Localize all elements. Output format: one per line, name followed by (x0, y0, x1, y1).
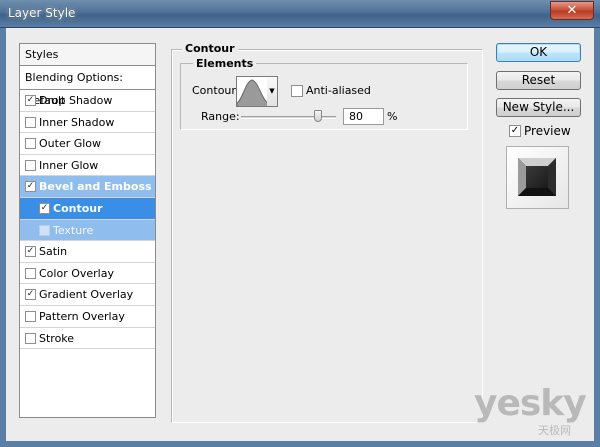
style-item-label: Contour (53, 201, 103, 215)
style-item-contour[interactable]: ✓ Contour (20, 197, 155, 220)
anti-aliased-checkbox[interactable] (291, 85, 303, 97)
anti-aliased-label: Anti-aliased (306, 84, 371, 97)
style-item-label: Inner Glow (39, 158, 99, 172)
style-checkbox[interactable]: ✓ (25, 181, 36, 193)
watermark-subtext: 天极网 (538, 424, 571, 437)
preview-label: Preview (524, 124, 571, 138)
style-item-label: Outer Glow (39, 137, 102, 151)
style-rows: ✓ Drop Shadow Inner Shadow Outer Glow Inner … (20, 90, 155, 350)
style-item-color-overlay[interactable]: Color Overlay (20, 263, 155, 285)
reset-button[interactable]: Reset (496, 71, 581, 90)
preview-swatch (518, 158, 556, 196)
style-item-outer-glow[interactable]: Outer Glow (20, 133, 155, 155)
range-input[interactable]: 80 (343, 108, 384, 125)
contour-label: Contour: (192, 84, 240, 97)
range-unit: % (387, 110, 398, 123)
style-item-label: Pattern Overlay (39, 309, 125, 323)
style-checkbox[interactable] (25, 267, 36, 279)
elements-group-title: Elements (193, 57, 257, 70)
chevron-down-icon: ▼ (269, 87, 275, 95)
style-item-label: Bevel and Emboss (39, 180, 152, 194)
style-item-label: Stroke (39, 331, 75, 345)
window-title: Layer Style (8, 6, 76, 20)
style-checkbox[interactable] (25, 159, 36, 171)
contour-curve-icon (237, 79, 267, 106)
style-item-label: Color Overlay (39, 266, 114, 280)
style-item-label: Drop Shadow (39, 94, 113, 107)
style-checkbox[interactable]: ✓ (25, 289, 36, 301)
style-item-label: Texture (53, 223, 94, 237)
close-icon: ✕ (566, 3, 578, 18)
style-checkbox[interactable]: ✓ (25, 246, 36, 258)
style-item-satin[interactable]: ✓ Satin (20, 241, 155, 263)
range-label: Range: (201, 110, 240, 123)
styles-list: Styles Blending Options: Default ✓ Drop S… (19, 43, 156, 418)
style-checkbox[interactable]: ✓ (25, 95, 36, 106)
style-checkbox[interactable]: ✓ (39, 202, 50, 214)
new-style-button[interactable]: New Style... (496, 98, 581, 117)
style-item-label: Inner Shadow (39, 115, 115, 129)
style-item-bevel-and-emboss[interactable]: ✓ Bevel and Emboss (20, 176, 155, 198)
close-button[interactable]: ✕ (550, 1, 594, 20)
contour-curve-preview[interactable] (236, 76, 268, 107)
style-item-label: Gradient Overlay (39, 288, 134, 302)
blending-options-item[interactable]: Blending Options: Default (20, 66, 155, 107)
style-item-stroke[interactable]: Stroke (20, 328, 155, 350)
style-checkbox[interactable] (39, 224, 50, 236)
style-item-pattern-overlay[interactable]: Pattern Overlay (20, 306, 155, 328)
style-item-texture[interactable]: Texture (20, 219, 155, 242)
style-checkbox[interactable] (25, 138, 36, 150)
style-checkbox[interactable] (25, 116, 36, 128)
watermark: yesky 天极网 (474, 383, 587, 438)
styles-header[interactable]: Styles (20, 44, 155, 66)
style-checkbox[interactable] (25, 310, 36, 322)
style-checkbox[interactable] (25, 332, 36, 344)
style-item-label: Satin (39, 245, 68, 259)
title-bar: Layer Style ✕ (0, 0, 600, 28)
range-slider-thumb[interactable] (314, 110, 322, 122)
style-item-drop-shadow[interactable]: ✓ Drop Shadow (20, 90, 155, 112)
style-item-gradient-overlay[interactable]: ✓ Gradient Overlay (20, 284, 155, 306)
ok-button[interactable]: OK (496, 43, 581, 62)
preview-checkbox[interactable]: ✓ (509, 125, 521, 137)
style-item-inner-glow[interactable]: Inner Glow (20, 155, 155, 177)
contour-group-title: Contour (182, 42, 238, 55)
style-item-inner-shadow[interactable]: Inner Shadow (20, 112, 155, 134)
watermark-text: yesky (474, 383, 587, 424)
contour-dropdown-button[interactable]: ▼ (267, 76, 278, 107)
